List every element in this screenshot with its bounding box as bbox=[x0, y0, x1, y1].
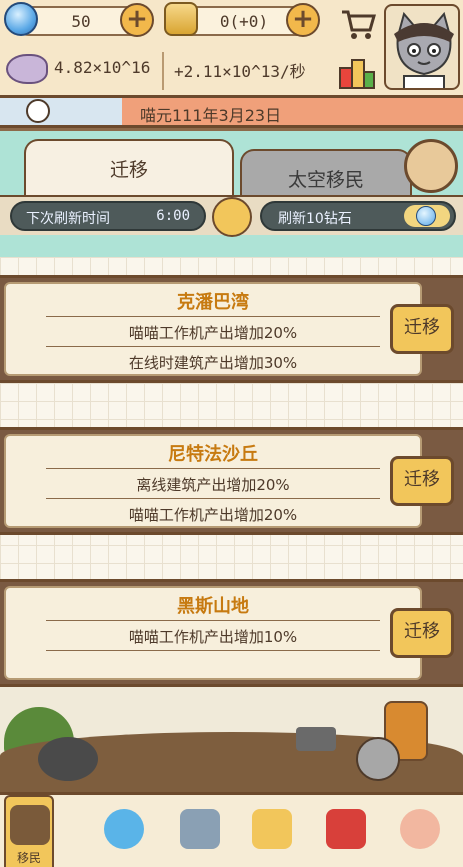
destination-effect: 离线建筑产出增加20% bbox=[136, 476, 290, 494]
divider bbox=[162, 52, 164, 90]
add-scrolls-button[interactable]: + bbox=[286, 3, 320, 37]
destination-card: 黑斯山地 喵喵工作机产出增加10% 迁移 bbox=[0, 579, 463, 687]
divider bbox=[46, 468, 380, 469]
destination-card: 克潘巴湾 喵喵工作机产出增加20% 在线时建筑产出增加30% 迁移 bbox=[0, 275, 463, 383]
currency-row: 50 + 0(+0) + bbox=[0, 0, 330, 44]
gem-refresh-button[interactable]: 刷新10钻石 bbox=[260, 201, 456, 231]
cat-avatar-icon bbox=[394, 11, 454, 88]
destination-card: 尼特法沙丘 离线建筑产出增加20% 喵喵工作机产出增加20% 迁移 bbox=[0, 427, 463, 535]
divider bbox=[46, 650, 380, 651]
refresh-row: 下次刷新时间 6:00 刷新10钻石 bbox=[0, 195, 463, 237]
player-avatar[interactable] bbox=[384, 4, 460, 90]
nav-migration[interactable]: 移民 bbox=[4, 795, 54, 867]
diamond-icon bbox=[404, 205, 450, 227]
tab-migrate[interactable]: 迁移 bbox=[24, 139, 234, 199]
destination-title: 黑斯山地 bbox=[177, 596, 249, 617]
nav-treasure[interactable] bbox=[244, 801, 300, 865]
resource-bar: 50 + 0(+0) + 4.82×10^16 +2.11×10^13/秒 bbox=[0, 0, 463, 98]
divider bbox=[46, 498, 380, 499]
destination-title: 尼特法沙丘 bbox=[168, 444, 258, 465]
nav-cats[interactable] bbox=[392, 801, 448, 865]
divider bbox=[46, 346, 380, 347]
scroll-icon bbox=[164, 2, 198, 36]
tab-header: 迁移 太空移民 下次刷新时间 6:00 刷新10钻石 bbox=[0, 131, 463, 257]
fish-row: 4.82×10^16 +2.11×10^13/秒 bbox=[0, 46, 330, 96]
bottom-nav: 移民 bbox=[0, 792, 463, 867]
potion-icon bbox=[104, 809, 144, 849]
refresh-timer-label: 下次刷新时间 bbox=[26, 211, 110, 227]
refresh-timer-value: 6:00 bbox=[156, 208, 190, 224]
destination-title: 克潘巴湾 bbox=[177, 292, 249, 313]
tab-migrate-label: 迁移 bbox=[109, 159, 148, 181]
cat-icon bbox=[356, 737, 400, 781]
migrate-button[interactable]: 迁移 bbox=[390, 304, 454, 354]
destination-card-body: 黑斯山地 喵喵工作机产出增加10% bbox=[4, 586, 422, 680]
nav-bank[interactable] bbox=[172, 801, 228, 865]
clock-area bbox=[0, 98, 122, 125]
ranking-gift-icon[interactable] bbox=[336, 50, 378, 90]
clock-icon bbox=[26, 99, 50, 123]
divider bbox=[46, 316, 380, 317]
bank-icon bbox=[180, 809, 220, 849]
treasure-chest-icon[interactable] bbox=[404, 139, 458, 193]
add-gems-button[interactable]: + bbox=[120, 3, 154, 37]
tab-space-migration[interactable]: 太空移民 bbox=[240, 149, 412, 199]
refresh-timer: 下次刷新时间 6:00 bbox=[10, 201, 206, 231]
nav-migration-label: 移民 bbox=[16, 851, 41, 865]
migrate-button[interactable]: 迁移 bbox=[390, 456, 454, 506]
car-icon bbox=[296, 727, 336, 751]
destination-effect: 喵喵工作机产出增加20% bbox=[128, 324, 298, 342]
destination-card-body: 尼特法沙丘 离线建筑产出增加20% 喵喵工作机产出增加20% bbox=[4, 434, 422, 528]
date-bar: 喵元111年3月23日 bbox=[0, 98, 463, 128]
destination-effect: 在线时建筑产出增加30% bbox=[128, 354, 298, 372]
gem-refresh-label: 刷新10钻石 bbox=[278, 211, 352, 227]
divider bbox=[46, 620, 380, 621]
destination-effect: 喵喵工作机产出增加10% bbox=[128, 628, 298, 646]
fish-total: 4.82×10^16 bbox=[54, 58, 151, 77]
nav-book[interactable] bbox=[318, 801, 374, 865]
game-date: 喵元111年3月23日 bbox=[140, 106, 282, 125]
destination-list[interactable]: 克潘巴湾 喵喵工作机产出增加20% 在线时建筑产出增加30% 迁移 尼特法沙丘 … bbox=[0, 257, 463, 687]
treasure-chest-icon bbox=[252, 809, 292, 849]
migration-scene bbox=[0, 687, 463, 792]
cart-wagon-icon bbox=[10, 805, 50, 845]
nav-potion[interactable] bbox=[96, 801, 152, 865]
destination-card-body: 克潘巴湾 喵喵工作机产出增加20% 在线时建筑产出增加30% bbox=[4, 282, 422, 376]
gem-icon bbox=[4, 2, 38, 36]
scroll-refresh-button[interactable] bbox=[212, 197, 252, 237]
fish-rate: +2.11×10^13/秒 bbox=[174, 62, 306, 81]
wagon-icon bbox=[38, 737, 98, 781]
fish-icon bbox=[6, 54, 48, 84]
migrate-button[interactable]: 迁移 bbox=[390, 608, 454, 658]
tab-space-migration-label: 太空移民 bbox=[287, 169, 364, 191]
red-book-icon bbox=[326, 809, 366, 849]
destination-effect: 喵喵工作机产出增加20% bbox=[128, 506, 298, 524]
cats-icon bbox=[400, 809, 440, 849]
shopping-cart-icon[interactable] bbox=[338, 4, 378, 44]
